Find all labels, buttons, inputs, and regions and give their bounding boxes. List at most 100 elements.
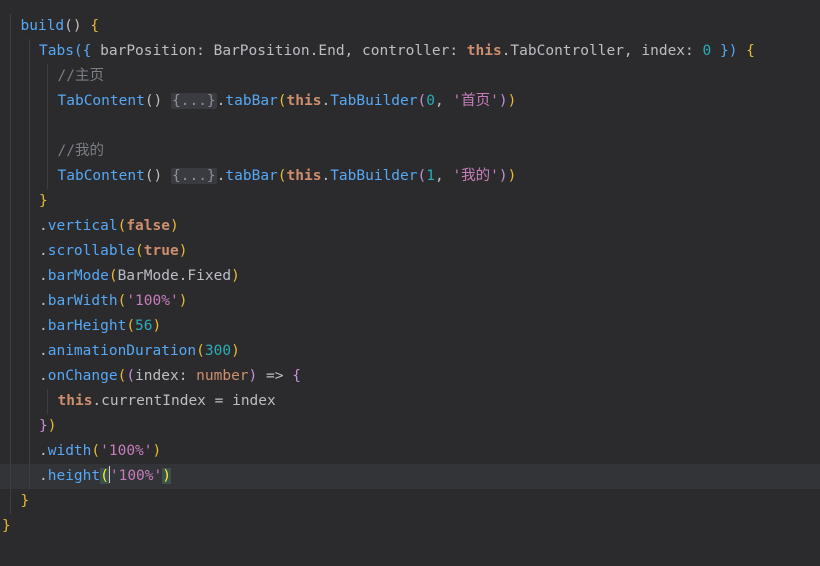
indent-guide [28, 139, 30, 164]
code-token: . [321, 93, 331, 109]
indent-guide [10, 289, 11, 314]
code-token: } [20, 493, 30, 509]
indent-guide [28, 364, 30, 389]
code-token: ( [91, 443, 101, 459]
code-token: . [39, 368, 48, 384]
indent-guide [10, 439, 11, 464]
code-token: 300 [204, 343, 232, 359]
code-token: . [39, 318, 48, 334]
code-token: . [39, 293, 48, 309]
code-line[interactable]: .barWidth('100%') [0, 289, 820, 314]
code-line[interactable]: this.currentIndex = index [0, 389, 820, 414]
code-token: ) [498, 168, 508, 184]
indent-guide [10, 164, 11, 189]
code-token: TabContent [57, 168, 145, 184]
code-token: { [90, 18, 100, 34]
code-line[interactable]: TabContent() {...}.tabBar(this.TabBuilde… [0, 89, 820, 114]
code-token: 1 [426, 168, 435, 184]
code-token: { [746, 43, 755, 59]
code-token: barWidth [47, 293, 118, 309]
code-token: ) [178, 293, 188, 309]
code-token: '首页' [452, 93, 499, 109]
indent-guide [10, 339, 11, 364]
code-text: .height('100%') [39, 464, 171, 489]
code-text: build() { [21, 14, 100, 39]
indent-guide [47, 139, 48, 164]
indent-guide [10, 464, 11, 489]
code-line[interactable]: .barMode(BarMode.Fixed) [0, 264, 820, 289]
code-token: ) [169, 218, 179, 234]
code-token: , [434, 93, 453, 109]
code-text: this.currentIndex = index [58, 389, 276, 414]
code-text: .onChange((index: number) => { [39, 364, 301, 389]
indent-guide [28, 89, 30, 114]
code-text: .scrollable(true) [39, 239, 187, 264]
code-line[interactable]: Tabs({ barPosition: BarPosition.End, con… [0, 39, 820, 64]
code-token: ( [277, 168, 287, 184]
indent-guide [10, 389, 11, 414]
indent-guide [28, 464, 30, 489]
code-line[interactable]: TabContent() {...}.tabBar(this.TabBuilde… [0, 164, 820, 189]
code-line[interactable]: .barHeight(56) [0, 314, 820, 339]
code-token: ( [117, 293, 127, 309]
code-token: //主页 [57, 68, 104, 84]
indent-guide [28, 264, 30, 289]
code-token: number [196, 368, 249, 384]
code-token: '100%' [100, 443, 153, 459]
code-token: ) [231, 268, 240, 284]
code-token: () [144, 93, 172, 109]
indent-guide [47, 164, 48, 189]
code-line[interactable]: }) [0, 414, 820, 439]
code-line[interactable] [0, 114, 820, 139]
indent-guide [47, 114, 48, 139]
code-token: } [39, 418, 48, 434]
code-line[interactable]: //主页 [0, 64, 820, 89]
code-token: vertical [47, 218, 118, 234]
code-token: => [257, 368, 293, 384]
code-line[interactable]: .vertical(false) [0, 214, 820, 239]
code-token: ( [196, 343, 205, 359]
indent-guide [28, 439, 30, 464]
code-line[interactable]: build() { [0, 14, 820, 39]
code-token: . [39, 443, 48, 459]
code-text: .barWidth('100%') [39, 289, 187, 314]
code-token: ({ [73, 43, 101, 59]
folded-region[interactable]: {...} [171, 168, 217, 184]
indent-guide [28, 114, 30, 139]
code-token: true [143, 243, 179, 259]
code-line[interactable]: } [0, 514, 820, 539]
code-token: ( [117, 368, 127, 384]
code-line[interactable]: //我的 [0, 139, 820, 164]
code-text: .animationDuration(300) [39, 339, 240, 364]
code-line[interactable]: } [0, 489, 820, 514]
code-editor[interactable]: build() {Tabs({ barPosition: BarPosition… [0, 0, 820, 566]
code-token: scrollable [47, 243, 136, 259]
indent-guide [10, 114, 11, 139]
code-token: TabContent [57, 93, 145, 109]
indent-guide [10, 89, 11, 114]
code-token: ( [100, 468, 109, 484]
code-token: barHeight [47, 318, 127, 334]
code-line[interactable]: .scrollable(true) [0, 239, 820, 264]
code-line[interactable]: .height('100%') [0, 464, 820, 489]
indent-guide [47, 89, 48, 114]
code-text: .vertical(false) [39, 214, 179, 239]
indent-guide [28, 164, 30, 189]
code-token: .TabController, index: [501, 43, 703, 59]
indent-guide [10, 314, 11, 339]
code-line[interactable]: .animationDuration(300) [0, 339, 820, 364]
code-line[interactable]: } [0, 189, 820, 214]
code-line[interactable]: .onChange((index: number) => { [0, 364, 820, 389]
indent-guide [28, 64, 30, 89]
code-line[interactable]: .width('100%') [0, 439, 820, 464]
code-token: TabBuilder [330, 93, 418, 109]
indent-guide [28, 189, 30, 214]
indent-guide [10, 189, 11, 214]
folded-region[interactable]: {...} [171, 93, 217, 109]
code-token: animationDuration [47, 343, 197, 359]
code-token: width [47, 443, 92, 459]
code-token: ) [152, 318, 162, 334]
code-text: } [39, 189, 48, 214]
code-token: TabBuilder [330, 168, 418, 184]
code-token: } [2, 518, 11, 534]
